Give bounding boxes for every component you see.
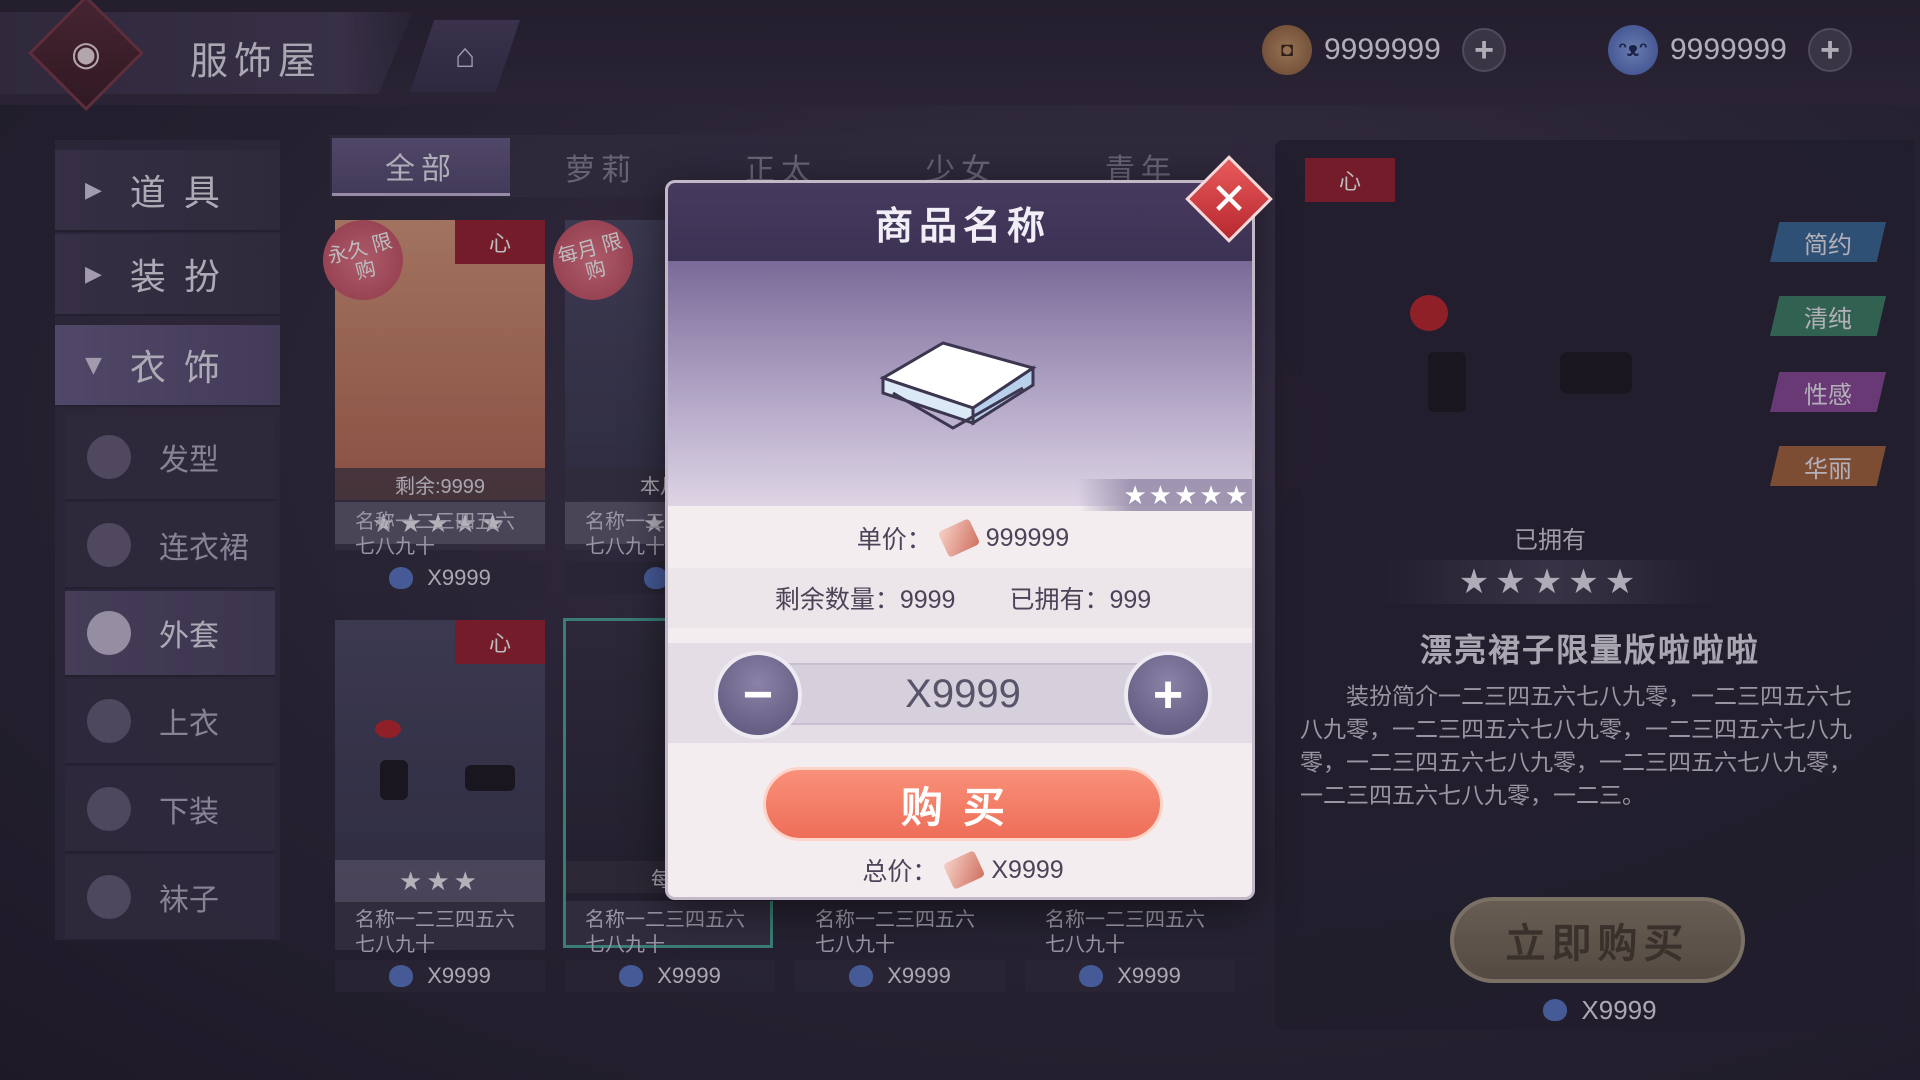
star-rating: ★★★★★ [1078, 479, 1252, 511]
close-icon[interactable]: ✕ [1198, 168, 1260, 230]
owned-quantity: 已拥有：999 [1009, 586, 1152, 614]
purchase-dialog: 商品名称 ★★★★★ 单价： 999999 剩余数量：9999 已拥有：999 … [665, 180, 1255, 900]
ticket-icon [937, 518, 981, 558]
dialog-title: 商品名称 [668, 183, 1252, 261]
unit-price-value: 999999 [985, 523, 1070, 552]
total-price-label: 总价： [862, 858, 938, 886]
buy-button[interactable]: 购买 [763, 767, 1163, 841]
folded-cloth-icon [879, 341, 1037, 430]
increase-button[interactable]: + [1124, 651, 1212, 739]
unit-price-row: 单价： 999999 [668, 508, 1252, 568]
quantity-stepper: X9999 − + [668, 643, 1252, 743]
stock-row: 剩余数量：9999 已拥有：999 [668, 568, 1252, 628]
total-price-row: 总价： X9999 [668, 845, 1252, 895]
unit-price-label: 单价： [856, 526, 932, 554]
quantity-value[interactable]: X9999 [758, 663, 1168, 725]
decrease-button[interactable]: − [714, 651, 802, 739]
total-price-value: X9999 [991, 855, 1064, 884]
ticket-icon [943, 850, 986, 890]
item-preview: ★★★★★ [668, 261, 1252, 511]
remaining-quantity: 剩余数量：9999 [774, 586, 956, 614]
